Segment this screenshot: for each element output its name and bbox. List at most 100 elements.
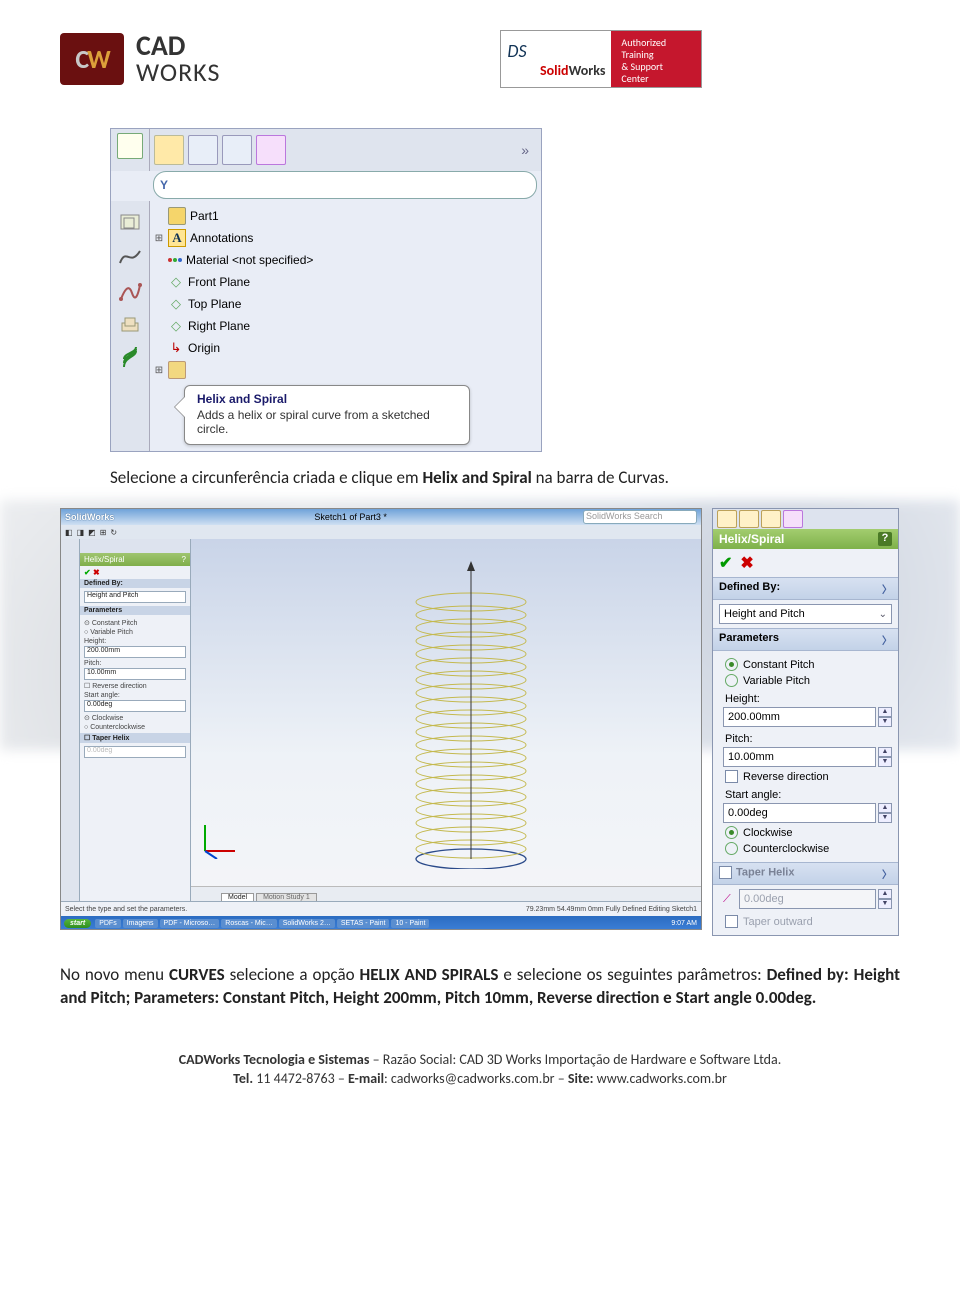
variable-pitch-label: Variable Pitch [743, 675, 810, 687]
model-tab[interactable]: Model [221, 893, 254, 901]
expand-icon[interactable]: ⊞ [154, 233, 164, 244]
taskbar-item[interactable]: SolidWorks 2… [279, 919, 335, 928]
dimxpert-tab-icon[interactable] [783, 510, 803, 528]
collapse-icon[interactable]: 〉 [882, 866, 892, 881]
feature-manager-tab-icon[interactable] [154, 135, 184, 165]
taper-angle-icon: ⟋ [723, 889, 737, 909]
dimxpert-tab-icon[interactable] [256, 135, 286, 165]
expand-icon[interactable]: ⊞ [154, 365, 164, 376]
filter-icon: Y [160, 178, 168, 192]
height-input[interactable]: 200.00mm [723, 707, 876, 727]
origin-icon: ↳ [168, 340, 184, 356]
pitch-input[interactable]: 10.00mm [723, 747, 876, 767]
property-manager-tab-icon[interactable] [188, 135, 218, 165]
section-taper-helix[interactable]: Taper Helix〉 [713, 862, 898, 885]
defined-by-select[interactable]: Height and Pitch⌄ [719, 604, 892, 624]
clockwise-radio[interactable] [725, 826, 738, 839]
taskbar-item[interactable]: Roscas - Mic… [221, 919, 276, 928]
constant-pitch-radio[interactable] [725, 658, 738, 671]
section-defined-by[interactable]: Defined By:〉 [713, 577, 898, 600]
cancel-button[interactable]: ✖ [93, 568, 100, 577]
variable-pitch-radio[interactable] [725, 674, 738, 687]
pitch-label: Pitch: [725, 733, 892, 745]
curve-through-ref-icon[interactable] [118, 313, 142, 337]
view-toolbar: ◧◨◩⊞↻ [61, 525, 701, 539]
feature-tree: Part1 ⊞ A Annotations Material <not specif… [150, 201, 541, 451]
search-input[interactable]: SolidWorks Search [583, 510, 697, 524]
windows-taskbar: start PDFs Imagens PDF - Microso… Roscas… [61, 916, 701, 930]
taper-helix-checkbox[interactable] [719, 866, 732, 879]
manager-tabs: » [150, 129, 541, 171]
feature-manager-tab-icon[interactable] [717, 510, 737, 528]
tree-top-plane[interactable]: Top Plane [188, 297, 241, 311]
start-angle-spinner[interactable]: ▲▼ [878, 803, 892, 823]
tree-right-plane[interactable]: Right Plane [188, 319, 250, 333]
tree-annotations[interactable]: Annotations [190, 231, 253, 245]
taskbar-item[interactable]: PDFs [95, 919, 121, 928]
counterclockwise-label: Counterclockwise [743, 843, 829, 855]
plane-icon: ◇ [168, 296, 184, 312]
taskbar-item[interactable]: SETAS - Paint [337, 919, 390, 928]
curve-through-points-icon[interactable] [118, 279, 142, 303]
help-icon[interactable]: ? [182, 555, 186, 564]
helix-spiral-icon[interactable] [118, 347, 142, 371]
section-parameters[interactable]: Parameters [80, 606, 190, 615]
height-spinner[interactable]: ▲▼ [878, 707, 892, 727]
pm-title: Helix/Spiral [719, 532, 784, 546]
reverse-direction-checkbox[interactable] [725, 770, 738, 783]
property-manager-panel: Helix/Spiral? ✔ ✖ Defined By: Height and… [80, 539, 191, 901]
tree-origin[interactable]: Origin [188, 341, 220, 355]
status-bar: Select the type and set the parameters. … [61, 901, 701, 916]
cw-badge-icon: CW [60, 33, 124, 85]
status-metrics: 79.23mm 54.49mm 0mm Fully Defined Editin… [526, 906, 697, 913]
chevron-down-icon: ⌄ [879, 609, 887, 620]
cadworks-logo: CW CAD WORKS [60, 33, 220, 85]
plane-icon: ◇ [168, 318, 184, 334]
property-manager-tab-icon[interactable] [739, 510, 759, 528]
toolbar-icon[interactable] [117, 133, 143, 159]
configuration-manager-tab-icon[interactable] [761, 510, 781, 528]
annotations-icon: A [168, 229, 186, 247]
ok-button[interactable]: ✔ [84, 568, 91, 577]
graphics-viewport[interactable]: Model Motion Study 1 [191, 539, 701, 901]
cadworks-line2: WORKS [136, 60, 220, 85]
solidworks-logo: DS SolidWorks Authorized Training & Supp… [500, 30, 702, 88]
taskbar-item[interactable]: 10 - Paint [391, 919, 429, 928]
section-taper[interactable]: ☐ Taper Helix [80, 733, 190, 743]
curves-toolbar [111, 201, 150, 451]
section-parameters[interactable]: Parameters〉 [713, 628, 898, 651]
help-icon[interactable]: ? [878, 532, 892, 546]
taskbar-item[interactable]: PDF - Microso… [160, 919, 220, 928]
filter-bar[interactable]: Y [153, 171, 537, 199]
projection-curve-icon[interactable] [118, 211, 142, 235]
tree-material[interactable]: Material <not specified> [186, 253, 313, 267]
taskbar-item[interactable]: Imagens [123, 919, 158, 928]
start-button[interactable]: start [64, 919, 91, 928]
section-defined-by[interactable]: Defined By: [80, 579, 190, 588]
window-titlebar: SolidWorks Sketch1 of Part3 * SolidWorks… [61, 509, 701, 525]
taper-spinner: ▲▼ [878, 889, 892, 909]
composite-curve-icon[interactable] [118, 245, 142, 269]
tooltip-description: Adds a helix or spiral curve from a sket… [197, 408, 457, 436]
motion-study-tab[interactable]: Motion Study 1 [256, 893, 317, 901]
doc-name: Sketch1 of Part3 * [314, 512, 387, 522]
counterclockwise-radio[interactable] [725, 842, 738, 855]
defined-by-select[interactable]: Height and Pitch [84, 591, 186, 603]
collapse-icon[interactable]: 〉 [882, 632, 892, 647]
start-angle-input[interactable]: 0.00deg [723, 803, 876, 823]
tree-part[interactable]: Part1 [190, 209, 219, 223]
collapse-icon[interactable]: 〉 [882, 581, 892, 596]
page-header: CW CAD WORKS DS SolidWorks Authorized Tr… [60, 30, 900, 88]
tree-front-plane[interactable]: Front Plane [188, 275, 250, 289]
status-hint: Select the type and set the parameters. [65, 906, 187, 913]
pitch-spinner[interactable]: ▲▼ [878, 747, 892, 767]
app-brand: SolidWorks [65, 512, 114, 522]
command-manager-strip[interactable] [61, 539, 80, 901]
caption-2: No novo menu CURVES selecione a opção HE… [60, 964, 900, 1010]
configuration-manager-tab-icon[interactable] [222, 135, 252, 165]
expand-tabs-icon[interactable]: » [521, 142, 529, 158]
cancel-button[interactable]: ✖ [740, 553, 753, 573]
taper-outward-checkbox [725, 915, 738, 928]
ok-button[interactable]: ✔ [719, 553, 732, 573]
taskbar-clock: 9:07 AM [671, 920, 697, 927]
